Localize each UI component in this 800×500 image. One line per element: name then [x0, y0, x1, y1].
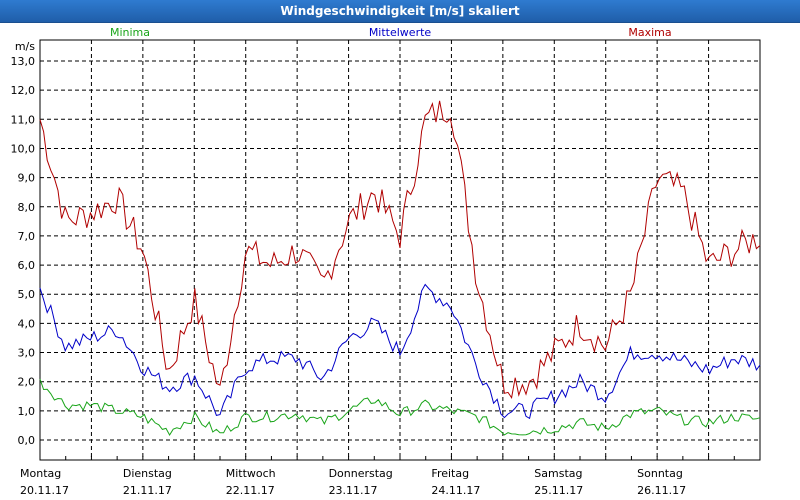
y-tick-label: 4,0 [18, 317, 36, 330]
legend-entry-mittelwerte: Mittelwerte [369, 26, 432, 39]
day-label-date: 20.11.17 [20, 484, 69, 497]
y-tick-label: 1,0 [18, 405, 36, 418]
day-label-date: 26.11.17 [637, 484, 686, 497]
chart-window: Windgeschwindigkeit [m/s] skaliert 0,0 1,… [0, 0, 800, 500]
day-label-date: 25.11.17 [534, 484, 583, 497]
y-tick-label: 9,0 [18, 172, 36, 185]
y-tick-label: 10,0 [11, 142, 36, 155]
y-tick-label: 8,0 [18, 201, 36, 214]
y-tick-label: 12,0 [11, 84, 36, 97]
day-label-weekday: Mittwoch [226, 467, 276, 480]
day-label-weekday: Dienstag [123, 467, 172, 480]
y-tick-label: 5,0 [18, 288, 36, 301]
y-axis-unit: m/s [15, 40, 35, 53]
y-tick-label: 3,0 [18, 347, 36, 360]
day-label-weekday: Sonntag [637, 467, 683, 480]
legend-entry-minima: Minima [110, 26, 150, 39]
wind-speed-chart: 0,0 1,0 2,0 3,0 4,0 5,0 6,0 7,0 8,0 9,0 10,0 11,0 12… [11, 26, 761, 497]
y-tick-label: 13,0 [11, 55, 36, 68]
legend-entry-maxima: Maxima [628, 26, 671, 39]
day-label-weekday: Montag [20, 467, 61, 480]
y-tick-label: 0,0 [18, 434, 36, 447]
day-label-date: 21.11.17 [123, 484, 172, 497]
y-tick-label: 6,0 [18, 259, 36, 272]
y-tick-label: 11,0 [11, 113, 36, 126]
y-tick-label: 2,0 [18, 376, 36, 389]
window-title: Windgeschwindigkeit [m/s] skaliert [0, 0, 800, 23]
day-label-weekday: Freitag [431, 467, 469, 480]
y-tick-label: 7,0 [18, 230, 36, 243]
day-label-date: 24.11.17 [431, 484, 480, 497]
day-label-weekday: Donnerstag [329, 467, 393, 480]
day-label-date: 22.11.17 [226, 484, 275, 497]
day-label-date: 23.11.17 [329, 484, 378, 497]
day-label-weekday: Samstag [534, 467, 582, 480]
